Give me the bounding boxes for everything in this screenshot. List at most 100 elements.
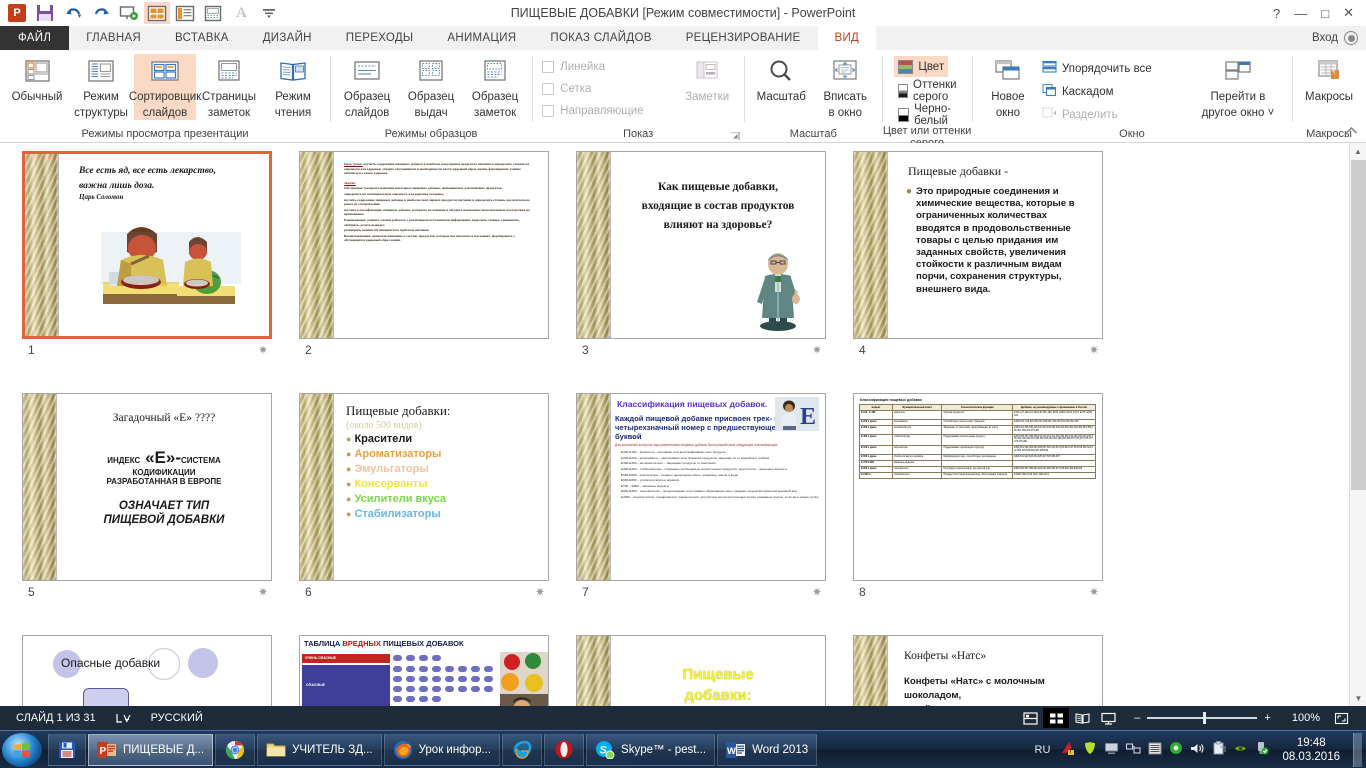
shield-icon[interactable]: [1083, 741, 1097, 758]
taskbar-item-powerpoint[interactable]: P ПИЩЕВЫЕ Д...: [88, 733, 214, 766]
taskbar-item-folder[interactable]: УЧИТЕЛЬ ЗД...: [257, 733, 382, 766]
grayscale-button[interactable]: Оттенки серого: [894, 79, 966, 103]
ribbon-tab-6[interactable]: ПОКАЗ СЛАЙДОВ: [533, 26, 668, 50]
guides-checkbox[interactable]: Направляющие: [542, 100, 670, 122]
ruler-checkbox[interactable]: Линейка: [542, 56, 670, 78]
animation-indicator-icon[interactable]: ✷: [812, 585, 822, 599]
fit-slide-icon[interactable]: [1328, 708, 1354, 728]
undo-dropdown-icon[interactable]: ▾: [78, 12, 82, 20]
zoom-out-button[interactable]: –: [1127, 712, 1147, 724]
animation-indicator-icon[interactable]: ✷: [258, 343, 268, 357]
help-button[interactable]: ?: [1273, 6, 1280, 21]
slide-thumbnail-7[interactable]: Классификация пищевых добавок. Каждой пищ…: [576, 393, 826, 581]
notes-page-icon[interactable]: [200, 2, 226, 24]
normal-view-button[interactable]: [1017, 708, 1043, 728]
ribbon-tab-5[interactable]: АНИМАЦИЯ: [430, 26, 533, 50]
slideshow-view-button[interactable]: [1095, 708, 1121, 728]
save-icon[interactable]: [32, 2, 58, 24]
zoom-thumb[interactable]: [1203, 712, 1207, 724]
animation-indicator-icon[interactable]: ✷: [1089, 343, 1099, 357]
slide-thumbnail-5[interactable]: Загадочный «Е» ???? ИНДЕКС «Е»-СИСТЕМА КОД…: [22, 393, 272, 581]
powerpoint-logo-icon[interactable]: P: [4, 2, 30, 24]
taskbar-item-word[interactable]: W Word 2013: [717, 733, 818, 766]
zoom-slider[interactable]: – +: [1127, 712, 1278, 724]
kaspersky-icon[interactable]: !: [1061, 741, 1076, 759]
split-button[interactable]: Разделить: [1038, 104, 1168, 125]
zoom-track[interactable]: [1147, 712, 1258, 724]
zoom-in-button[interactable]: +: [1257, 712, 1277, 724]
spellcheck-icon[interactable]: [106, 712, 141, 725]
reading-view-button[interactable]: Режим чтения: [262, 54, 324, 120]
clock[interactable]: 19:48 08.03.2016: [1276, 736, 1346, 764]
collapse-ribbon-icon[interactable]: [1345, 124, 1358, 138]
scroll-up-arrow-icon[interactable]: ▲: [1350, 143, 1366, 159]
minimize-button[interactable]: —: [1294, 6, 1307, 21]
animation-indicator-icon[interactable]: ✷: [535, 585, 545, 599]
taskbar-item-internet-explorer[interactable]: [502, 733, 543, 766]
slide-thumbnail-9[interactable]: Опасные добавки ОПАСНЫЕ ДОБАВКИ: [22, 635, 272, 706]
nvidia-icon[interactable]: [1233, 742, 1248, 758]
ribbon-tab-8[interactable]: ВИД: [817, 26, 877, 50]
outline-view-icon[interactable]: [172, 2, 198, 24]
slide-thumbnail-4[interactable]: Пищевые добавки - ● Это природные соединен…: [853, 151, 1103, 339]
sign-in-area[interactable]: Вход: [1312, 26, 1366, 50]
start-button[interactable]: [2, 732, 42, 767]
ribbon-tab-4[interactable]: ПЕРЕХОДЫ: [329, 26, 431, 50]
ribbon-tab-3[interactable]: ДИЗАЙН: [246, 26, 329, 50]
network-icon[interactable]: [1126, 742, 1141, 758]
scrollbar-thumb[interactable]: [1351, 160, 1366, 490]
show-dialog-launcher-icon[interactable]: [731, 131, 740, 141]
taskbar-item-skype[interactable]: S Skype™ - pest...: [586, 733, 716, 766]
notes-master-button[interactable]: Образец заметок: [464, 54, 526, 120]
normal-view-button[interactable]: Обычный: [6, 54, 68, 104]
restore-button[interactable]: □: [1321, 6, 1329, 21]
zoom-level[interactable]: 100%: [1284, 712, 1328, 724]
fit-to-window-button[interactable]: Вписать в окно: [814, 54, 876, 120]
notes-page-view-button[interactable]: Страницы заметок: [198, 54, 260, 120]
animation-indicator-icon[interactable]: ✷: [1089, 585, 1099, 599]
slide-sorter-pane[interactable]: Все есть яд, все есть лекарство, важна ли…: [0, 143, 1366, 706]
undo-icon[interactable]: ▾: [60, 2, 86, 24]
taskbar-item-opera[interactable]: [544, 733, 585, 766]
slide-thumbnail-10[interactable]: ТАБЛИЦА ВРЕДНЫХ ПИЩЕВЫХ ДОБАВОК ОЧЕНЬ ОПА…: [299, 635, 549, 706]
show-desktop-button[interactable]: [1353, 732, 1362, 767]
new-window-button[interactable]: Новое окно: [980, 54, 1036, 120]
display-icon[interactable]: [1104, 742, 1119, 758]
zoom-button[interactable]: Масштаб: [750, 54, 812, 104]
slide-thumbnail-1[interactable]: Все есть яд, все есть лекарство, важна ли…: [22, 151, 272, 339]
slide-thumbnail-12[interactable]: Конфеты «Натс» Конфеты «Натс» с молочным …: [853, 635, 1103, 706]
vertical-scrollbar[interactable]: ▲ ▼: [1349, 143, 1366, 706]
tray-language[interactable]: RU: [1031, 744, 1055, 756]
slide-master-button[interactable]: Образец слайдов: [336, 54, 398, 120]
account-avatar-icon[interactable]: [1344, 31, 1358, 45]
black-and-white-button[interactable]: Черно-белый: [894, 103, 966, 127]
color-button[interactable]: Цвет: [894, 56, 949, 77]
reading-view-button[interactable]: [1069, 708, 1095, 728]
customize-qat-icon[interactable]: [256, 2, 282, 24]
close-button[interactable]: ✕: [1343, 5, 1354, 21]
gridlines-checkbox[interactable]: Сетка: [542, 78, 670, 100]
slide-thumbnail-6[interactable]: Пищевые добавки: (около 500 видов) ● Красит…: [299, 393, 549, 581]
start-slideshow-icon[interactable]: [116, 2, 142, 24]
notes-button[interactable]: Заметки: [676, 54, 738, 104]
slide-sorter-icon[interactable]: [144, 2, 170, 24]
animation-indicator-icon[interactable]: ✷: [812, 343, 822, 357]
usb-safe-icon[interactable]: [1255, 741, 1269, 758]
slide-thumbnail-8[interactable]: Классификация пищевых добавок индекс Функц…: [853, 393, 1103, 581]
slide-thumbnail-2[interactable]: Цель урока: изучить содержание пищевых д…: [299, 151, 549, 339]
taskbar-item-chrome[interactable]: [215, 733, 256, 766]
ribbon-tab-7[interactable]: РЕЦЕНЗИРОВАНИЕ: [669, 26, 818, 50]
animation-indicator-icon[interactable]: ✷: [258, 585, 268, 599]
slide-thumbnail-11[interactable]: Пищевыедобавки:вред или польза: [576, 635, 826, 706]
taskbar-item-firefox[interactable]: Урок инфор...: [383, 733, 501, 766]
handout-master-button[interactable]: Образец выдач: [400, 54, 462, 120]
green-circle-icon[interactable]: [1169, 741, 1183, 758]
arrange-all-button[interactable]: Упорядочить все: [1038, 58, 1168, 79]
ribbon-tab-0[interactable]: ФАЙЛ: [0, 26, 70, 50]
slide-counter[interactable]: СЛАЙД 1 ИЗ 31: [6, 712, 106, 724]
volume-icon[interactable]: [1190, 742, 1205, 758]
ribbon-tab-2[interactable]: ВСТАВКА: [158, 26, 246, 50]
slide-sorter-view-button[interactable]: Сортировщик слайдов: [129, 54, 201, 120]
macros-button[interactable]: Макросы: [1298, 54, 1360, 104]
slide-thumbnail-3[interactable]: Как пищевые добавки, входящие в состав пр…: [576, 151, 826, 339]
